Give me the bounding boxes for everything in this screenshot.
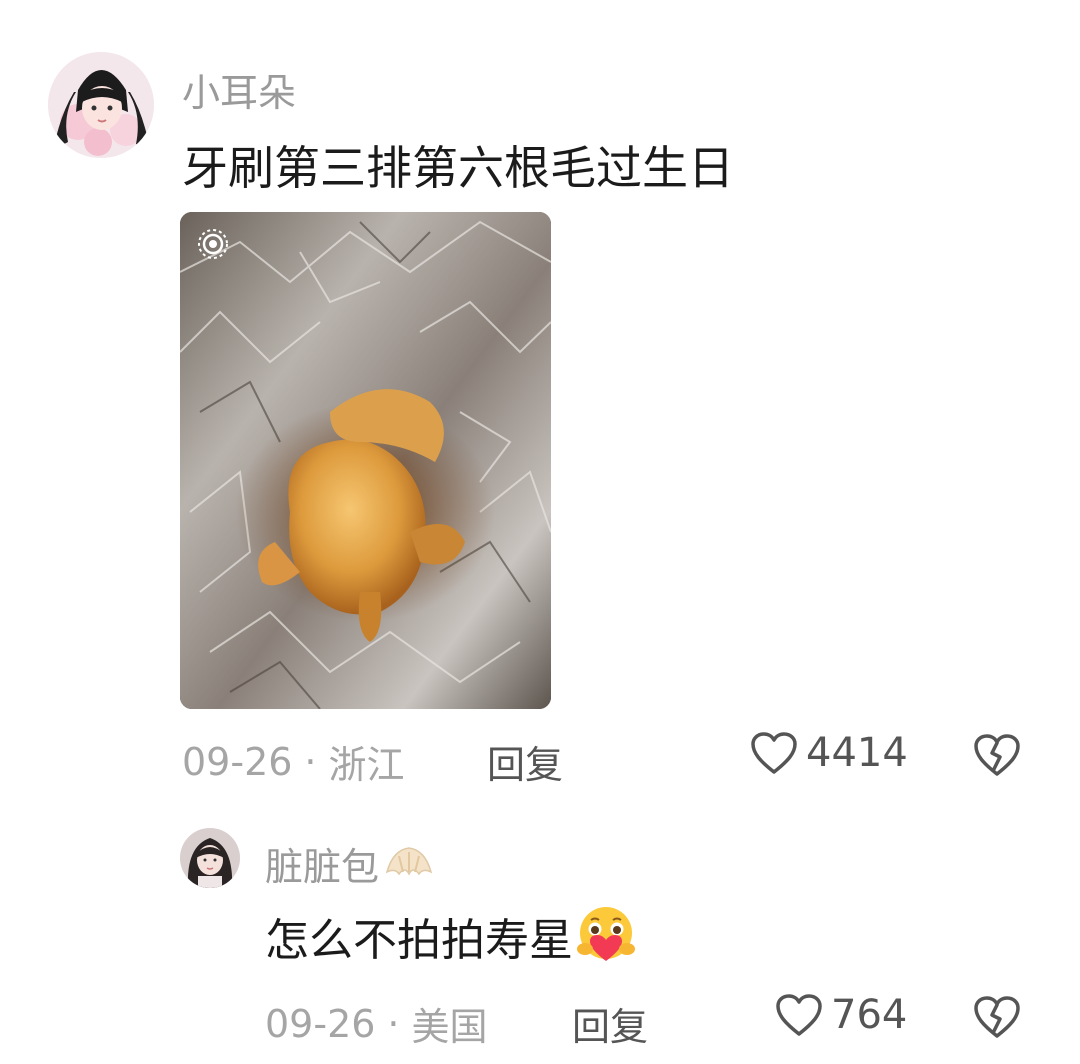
comment-date: 09-26 [265,1001,376,1046]
username-text: 脏脏包 [265,845,380,889]
comment-meta: 09-26 · 浙江 [182,734,405,789]
comment-text-body: 怎么不拍拍寿星 [265,915,573,966]
username[interactable]: 小耳朵 [182,62,296,117]
comment-text: 怎么不拍拍寿星 [265,904,639,968]
comment-list: 小耳朵 牙刷第三排第六根毛过生日 09-26 · 浙江 回复 4414 脏脏包 … [0,0,1080,1064]
broken-heart-icon [973,734,1021,781]
like-count: 4414 [806,730,908,776]
comment-image[interactable] [180,212,551,709]
username[interactable]: 脏脏包 [265,836,435,891]
comment-location: 浙江 [328,743,405,787]
comment-meta: 09-26 · 美国 [265,996,488,1051]
meta-separator: · [304,739,317,784]
croissant-icon [383,842,435,886]
avatar[interactable] [48,52,154,158]
avatar[interactable] [180,828,240,888]
heart-icon [750,731,798,775]
reply-button[interactable]: 回复 [487,734,563,789]
smiling-face-with-heart-icon [573,905,639,967]
reply-button[interactable]: 回复 [572,996,648,1051]
heart-icon [775,993,823,1037]
comment-date: 09-26 [182,739,293,784]
like-button[interactable]: 4414 [750,730,908,776]
like-count: 764 [831,992,908,1038]
dislike-button[interactable] [973,733,1021,781]
comment-location: 美国 [411,1005,488,1049]
dislike-button[interactable] [973,995,1021,1043]
comment-item: 小耳朵 牙刷第三排第六根毛过生日 09-26 · 浙江 回复 4414 [0,0,1080,800]
reply-comment-item: 脏脏包 怎么不拍拍寿星 09-26 · 美国 回复 764 [0,800,1080,1064]
like-button[interactable]: 764 [775,992,907,1038]
meta-separator: · [387,1001,400,1046]
broken-heart-icon [973,996,1021,1043]
comment-text: 牙刷第三排第六根毛过生日 [182,141,734,195]
